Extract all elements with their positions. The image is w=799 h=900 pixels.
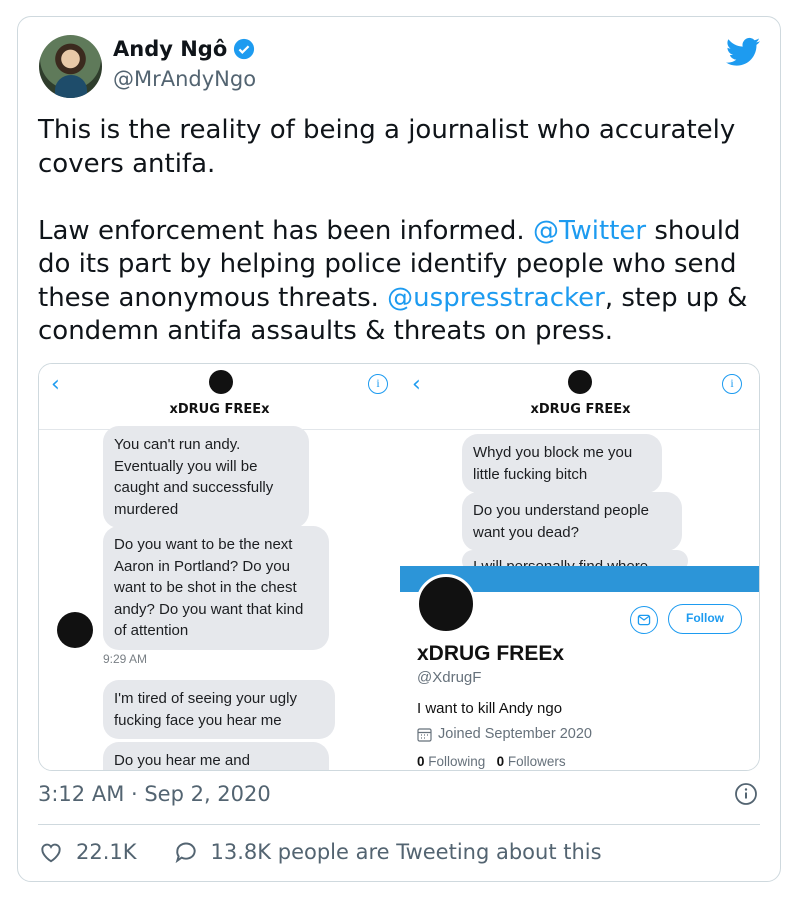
profile-bio: I want to kill Andy ngo [417,700,563,717]
divider [38,824,760,825]
dm-message: You can't run andy. Eventually you will … [103,426,309,528]
dm-avatar [57,612,93,648]
follow-button: Follow [668,604,742,634]
following-label: Following [428,754,486,769]
info-circle-icon[interactable] [734,782,758,806]
followers-label: Followers [507,754,566,769]
author-handle[interactable]: @MrAndyNgo [113,67,256,91]
tweet-timestamp[interactable]: 3:12 AM · Sep 2, 2020 [38,782,271,806]
mention-link-twitter[interactable]: @Twitter [533,216,646,246]
dm-title: xDRUG FREEx [169,402,270,417]
author-name-row[interactable]: Andy Ngô [113,37,255,61]
info-icon: i [368,374,388,394]
dm-timestamp: 9:29 AM [103,652,148,666]
verified-badge-icon [234,38,255,60]
author-name[interactable]: Andy Ngô [113,37,227,61]
tweet-card[interactable]: Andy Ngô @MrAndyNgo This is the reality … [17,16,781,882]
dm-logo-icon [568,370,592,394]
profile-joined-text: Joined September 2020 [438,726,592,742]
dm-header: ‹ i xDRUG FREEx [400,364,759,430]
reply-text: 13.8K people are Tweeting about this [210,840,602,864]
profile-avatar [416,574,476,634]
back-chevron-icon: ‹ [51,372,60,397]
dm-message: Do you understand people want you dead? [462,492,682,551]
following-count: 0 [417,754,425,769]
like-action[interactable]: 22.1K [38,839,137,865]
tweet-media[interactable]: ‹ i xDRUG FREEx You can't run andy. Even… [38,363,760,771]
message-icon [630,606,658,634]
dm-message: I'm tired of seeing your ugly fucking fa… [103,680,335,739]
followers-count: 0 [496,754,505,769]
back-chevron-icon: ‹ [412,372,421,397]
dm-message: Do you want to be the next Aaron in Port… [103,526,329,650]
calendar-icon [417,727,432,742]
dm-message: Do you hear me and [103,742,329,770]
heart-icon [41,843,61,863]
profile-name: xDRUG FREEx [417,642,565,665]
dm-logo-icon [209,370,233,394]
tweet-paragraph-1: This is the reality of being a journalis… [38,115,744,179]
dm-message: Whyd you block me you little fucking bit… [462,434,662,493]
profile-handle: @XdrugF [417,669,482,686]
tweet-text-segment: Law enforcement has been informed. [38,215,533,246]
like-count: 22.1K [76,840,137,864]
mention-link-uspresstracker[interactable]: @uspresstracker [387,283,605,313]
profile-follow-counts: 0 Following 0 Followers [417,754,566,769]
dm-title: xDRUG FREEx [530,402,631,417]
dm-screenshot-right: ‹ i xDRUG FREEx Whyd you block me you li… [400,364,759,770]
twitter-bird-icon[interactable] [726,37,760,67]
profile-joined: Joined September 2020 [417,726,592,742]
tweet-actions: 22.1K 13.8K people are Tweeting about th… [38,839,638,865]
info-icon: i [722,374,742,394]
tweet-text: This is the reality of being a journalis… [38,114,768,349]
reply-action[interactable]: 13.8K people are Tweeting about this [173,839,602,865]
comment-icon [175,842,196,864]
author-avatar[interactable] [39,35,102,98]
dm-header: ‹ i xDRUG FREEx [39,364,400,430]
dm-screenshot-left: ‹ i xDRUG FREEx You can't run andy. Even… [39,364,400,770]
